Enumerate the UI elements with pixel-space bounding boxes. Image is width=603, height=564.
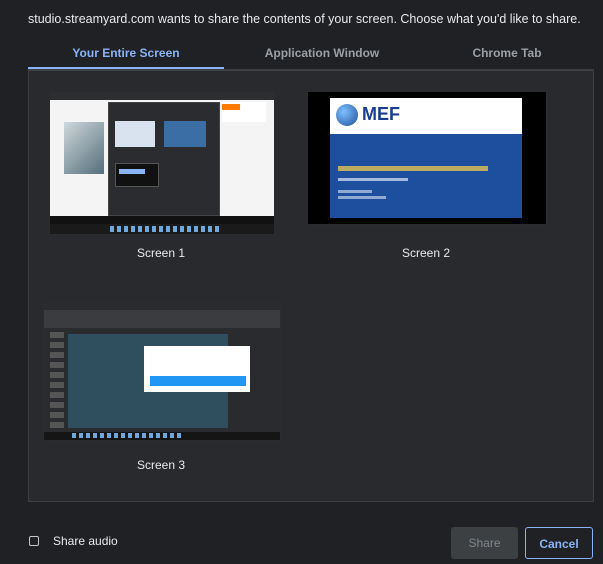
- thumb-ribbon: [44, 310, 280, 328]
- thumb-slide-sidebar: [50, 332, 64, 428]
- screen-1-label: Screen 1: [136, 246, 186, 260]
- globe-logo-icon: [336, 104, 358, 126]
- thumb-taskbar-icons: [110, 226, 220, 232]
- share-audio-checkbox[interactable]: [29, 536, 39, 546]
- thumb-taskbar-icons: [72, 433, 182, 438]
- thumb-popup-button: [150, 376, 246, 386]
- screen-share-dialog: studio.streamyard.com wants to share the…: [0, 0, 603, 564]
- tab-bar: Your Entire Screen Application Window Ch…: [28, 40, 594, 70]
- screen-1-thumbnail: [49, 91, 275, 235]
- thumb-browser-bar: [50, 92, 274, 100]
- slide-text-line-1: [338, 190, 372, 193]
- thumb-orange-button: [222, 104, 240, 110]
- share-audio-label[interactable]: Share audio: [53, 534, 118, 548]
- share-button[interactable]: Share: [451, 527, 518, 559]
- slide-subtitle-line: [338, 178, 408, 181]
- dialog-footer: Share audio Share Cancel: [0, 508, 603, 564]
- thumb-share-modal: [108, 102, 220, 216]
- slide-text-line-2: [338, 196, 386, 199]
- tab-application-window[interactable]: Application Window: [224, 40, 420, 68]
- thumb-option-3-bar: [119, 169, 145, 174]
- screen-2-thumbnail: MEF: [307, 91, 547, 225]
- slide-title-line: [338, 166, 488, 171]
- screen-list-panel: Screen 1 MEF Screen 2 Screen 3: [28, 70, 594, 502]
- screen-3-thumbnail: [43, 303, 281, 441]
- screen-option-3[interactable]: Screen 3: [41, 303, 281, 478]
- thumb-option-1: [115, 121, 155, 147]
- tab-chrome-tab[interactable]: Chrome Tab: [420, 40, 594, 68]
- slide-logo-text: MEF: [362, 104, 400, 124]
- screen-2-label: Screen 2: [401, 246, 451, 260]
- thumb-option-3: [115, 163, 159, 187]
- thumb-image: [64, 122, 104, 174]
- thumb-presentation-slide: MEF: [330, 98, 522, 218]
- screen-option-1[interactable]: Screen 1: [47, 91, 277, 261]
- active-tab-indicator: [28, 67, 224, 69]
- cancel-button[interactable]: Cancel: [525, 527, 593, 559]
- dialog-header-text: studio.streamyard.com wants to share the…: [28, 12, 581, 26]
- thumb-option-2: [164, 121, 206, 147]
- tab-entire-screen[interactable]: Your Entire Screen: [28, 40, 224, 68]
- screen-3-label: Screen 3: [136, 458, 186, 472]
- screen-option-2[interactable]: MEF Screen 2: [307, 91, 551, 261]
